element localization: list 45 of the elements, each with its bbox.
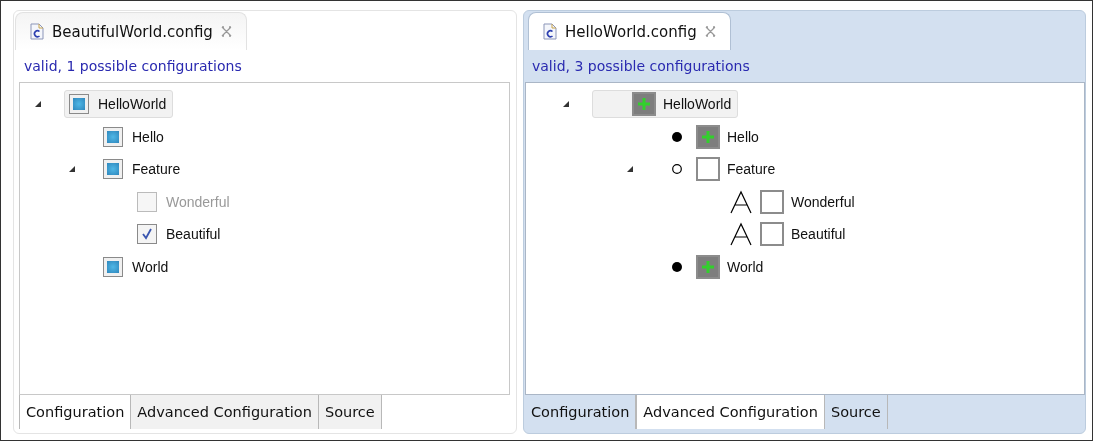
page-tab[interactable]: Advanced Configuration [131,395,319,429]
checkbox[interactable] [69,94,89,115]
checkbox[interactable] [103,126,123,147]
close-icon[interactable] [704,26,716,37]
tree-item[interactable]: World [656,252,771,281]
status-text: valid, 1 possible configurations [23,57,243,76]
selection-box[interactable] [696,124,720,149]
selection-box[interactable] [760,189,784,214]
page-tab[interactable]: Configuration [19,395,132,429]
file-tab[interactable]: HelloWorld.config [528,12,731,50]
selection-box[interactable] [696,254,720,279]
plus-icon [700,258,716,275]
plus-icon [636,96,652,113]
page-tab[interactable]: Source [318,395,382,429]
status-text: valid, 3 possible configurations [531,57,751,76]
tree-item[interactable]: Beautiful [132,220,228,249]
page-tab[interactable]: Advanced Configuration [636,395,825,429]
checkbox[interactable] [137,224,157,245]
selection-box[interactable] [760,222,784,247]
checkbox[interactable] [103,256,123,277]
tree-item[interactable]: Beautiful [720,220,853,249]
tree-item[interactable]: HelloWorld [64,90,174,119]
plus-icon [700,128,716,145]
checkbox[interactable] [103,159,123,180]
tree-item[interactable]: Hello [98,122,171,151]
tree-item[interactable]: World [98,252,176,281]
page-tab[interactable]: Source [824,395,888,429]
file-icon [543,23,557,40]
tree-item[interactable]: Wonderful [720,187,862,216]
expand-arrow-icon[interactable] [68,165,76,174]
file-icon [30,23,44,40]
selection-box[interactable] [696,157,720,182]
file-tab[interactable]: BeautifulWorld.config [15,12,247,50]
file-name: HelloWorld.config [565,22,697,41]
tree-item[interactable]: Hello [656,122,766,151]
close-icon[interactable] [220,26,232,37]
tree-item[interactable]: Feature [656,155,783,184]
expand-arrow-icon[interactable] [34,100,42,109]
expand-arrow-icon[interactable] [562,100,570,109]
tree-item[interactable]: HelloWorld [592,90,739,119]
selection-box[interactable] [632,92,656,117]
expand-arrow-icon[interactable] [626,165,634,174]
file-name: BeautifulWorld.config [52,22,213,41]
tree-item[interactable]: Feature [98,155,188,184]
checkmark-icon [141,228,153,241]
